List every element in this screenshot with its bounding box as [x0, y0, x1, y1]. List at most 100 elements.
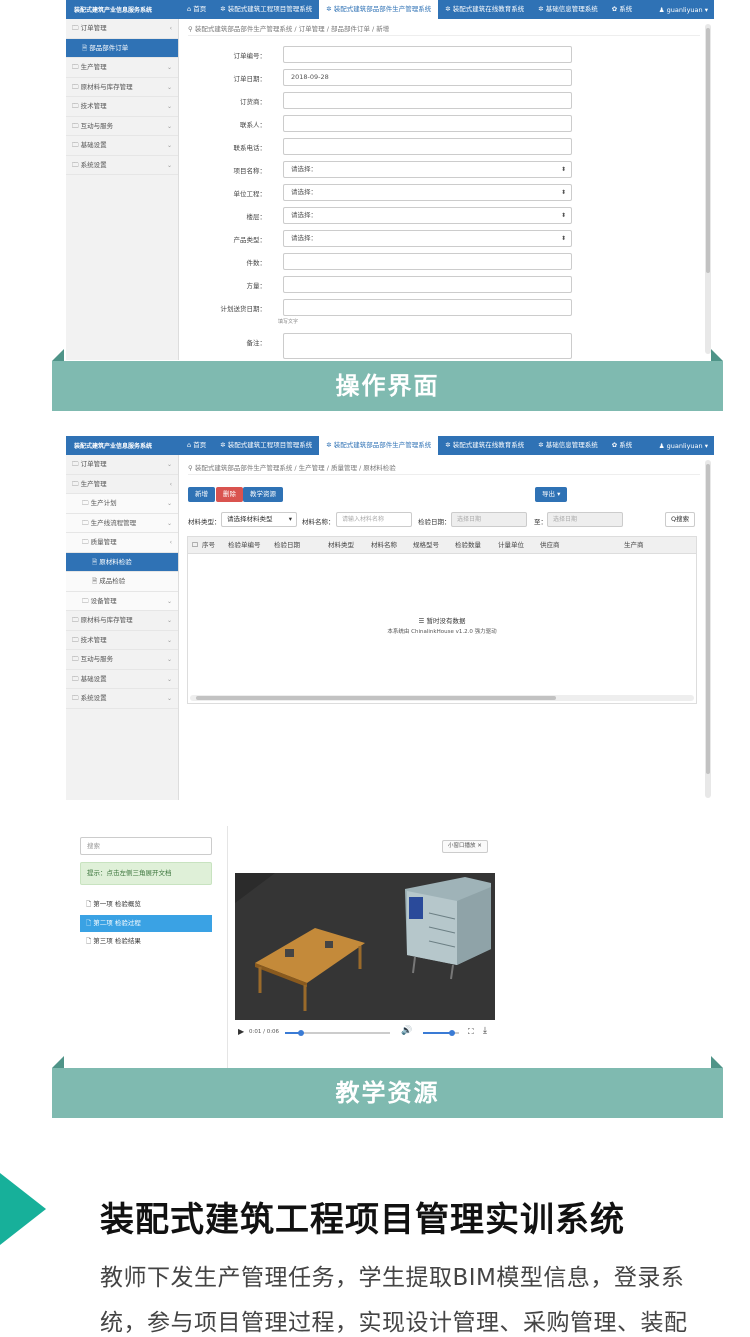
sidebar-item-2[interactable]: 🗀 生产管理 ⌄ [66, 58, 178, 78]
mini-player-button[interactable]: 小窗口播放 ✕ [442, 840, 488, 853]
sidebar-item-1[interactable]: 🗀 生产管理 ‹ [66, 475, 178, 494]
form-row: 订单日期： 2018-09-28 [186, 69, 694, 87]
sidebar-item-5[interactable]: 🗎 原材料检验 [66, 552, 178, 572]
sidebar-item-0[interactable]: 🗀 订单管理 ‹ [66, 19, 178, 39]
download-icon[interactable]: ⤓ [483, 1026, 487, 1036]
tab-basic-info[interactable]: ✲ 基础信息管理系统 [531, 0, 605, 19]
field-label: 楼层： [246, 213, 267, 221]
select-caret-icon: ⬍ [560, 212, 566, 219]
material-type-select[interactable]: 请选择材料类型 ▾ [221, 512, 297, 527]
field-label: 件数： [246, 259, 267, 267]
volume-icon[interactable]: 🔊 [401, 1026, 412, 1036]
folder-icon: 🗀 [72, 121, 81, 130]
sidebar-item-6[interactable]: 🗀 基础设置 ⌄ [66, 136, 178, 156]
field-label: 订单日期： [233, 75, 267, 83]
date-start-input[interactable]: 选择日期 [451, 512, 527, 527]
sidebar-item-8[interactable]: 🗀 原材料与库存管理 ⌄ [66, 611, 178, 631]
tab-project-mgmt[interactable]: ✲ 装配式建筑工程项目管理系统 [213, 0, 319, 19]
tab-basic-info[interactable]: ✲ 基础信息管理系统 [531, 436, 605, 455]
folder-icon: 🗀 [72, 616, 81, 624]
sidebar-item-6[interactable]: 🗎 成品检验 [66, 572, 178, 592]
input-field[interactable] [283, 333, 572, 359]
user-menu[interactable]: ♟ guanliyuan ▾ [659, 6, 714, 14]
input-field[interactable] [283, 299, 572, 316]
delete-button[interactable]: 删除 [216, 487, 243, 502]
folder-icon: 🗀 [82, 596, 91, 605]
sidebar-item-label: 互动与服务 [80, 121, 114, 130]
chevron-icon: ⌄ [166, 597, 172, 605]
sidebar-item-1[interactable]: 🗎 部品部件订单 [66, 38, 178, 58]
tab-system[interactable]: ✿ 系统 [605, 436, 640, 455]
location-icon: ⚲ [188, 25, 193, 33]
form-row: 联系人： [186, 115, 694, 133]
chapter-item[interactable]: 🗋 第二项 检验过程 [80, 914, 212, 932]
select-field[interactable]: 请选择： ⬍ [283, 207, 572, 224]
play-icon[interactable]: ▶ [238, 1027, 244, 1036]
select-field[interactable]: 请选择： ⬍ [283, 184, 572, 201]
input-field[interactable] [283, 46, 572, 63]
tab-home[interactable]: ⌂ 首页 [180, 436, 213, 455]
input-field[interactable]: 2018-09-28 [283, 69, 572, 86]
user-menu[interactable]: ♟ guanliyuan ▾ [659, 442, 714, 450]
tab-project-mgmt[interactable]: ✲ 装配式建筑工程项目管理系统 [213, 436, 319, 455]
tab-production-mgmt[interactable]: ✲ 装配式建筑部品部件生产管理系统 [319, 0, 439, 19]
form-row: 联系电话： [186, 138, 694, 156]
user-icon: ♟ [658, 5, 665, 14]
sidebar-item-12[interactable]: 🗀 系统设置 ⌄ [66, 689, 178, 709]
volume-slider[interactable] [423, 1030, 459, 1036]
input-field[interactable] [283, 92, 572, 109]
input-field[interactable] [283, 138, 572, 155]
field-hint: 填写文字 [278, 319, 299, 325]
tab-online-edu[interactable]: ✲ 装配式建筑在线教育系统 [438, 0, 531, 19]
export-button[interactable]: 导出 ▾ [535, 487, 568, 502]
sidebar-item-5[interactable]: 🗀 互动与服务 ⌄ [66, 117, 178, 136]
chapter-item[interactable]: 🗋 第一项 检验概览 [80, 896, 212, 913]
sidebar-item-4[interactable]: 🗀 技术管理 ⌄ [66, 97, 178, 117]
sidebar-item-7[interactable]: 🗀 设备管理 ⌄ [66, 591, 178, 611]
horizontal-scrollbar[interactable] [190, 695, 694, 701]
sidebar-item-3[interactable]: 🗀 原材料与库存管理 ⌄ [66, 78, 178, 97]
tab-online-edu[interactable]: ✲ 装配式建筑在线教育系统 [438, 436, 531, 455]
sidebar-item-10[interactable]: 🗀 互动与服务 ⌄ [66, 650, 178, 670]
input-field[interactable] [283, 276, 572, 293]
sidebar-item-11[interactable]: 🗀 基础设置 ⌄ [66, 670, 178, 689]
checkbox[interactable]: ☐ [192, 537, 198, 554]
date-end-input[interactable]: 选择日期 [547, 512, 623, 527]
sidebar-item-7[interactable]: 🗀 系统设置 ⌄ [66, 156, 178, 175]
sidebar-item-label: 技术管理 [80, 635, 107, 644]
chevron-icon: ‹ [169, 25, 172, 32]
form-row: 项目名称： 请选择： ⬍ [186, 161, 694, 179]
scrollbar[interactable] [705, 24, 711, 354]
teaching-resource-button[interactable]: 教学资源 [243, 487, 283, 502]
input-field[interactable] [283, 115, 572, 132]
database-icon: ☰ [418, 617, 425, 625]
search-button[interactable]: Q搜索 [665, 512, 696, 527]
fullscreen-icon[interactable]: ⛶ [468, 1027, 474, 1037]
search-input[interactable]: 搜索 [80, 837, 212, 855]
progress-bar[interactable] [285, 1030, 390, 1036]
tab-production-mgmt[interactable]: ✲ 装配式建筑部品部件生产管理系统 [319, 436, 439, 455]
select-field[interactable]: 请选择： ⬍ [283, 161, 572, 178]
select-field[interactable]: 请选择： ⬍ [283, 230, 572, 247]
sidebar-item-label: 原材料检验 [99, 557, 132, 566]
chevron-icon: ⌄ [166, 636, 172, 644]
column-header: 检验数量 [455, 541, 481, 549]
folder-icon: 🗀 [72, 694, 81, 702]
scrollbar[interactable] [705, 460, 711, 798]
video-player[interactable] [235, 873, 495, 1020]
sidebar-item-0[interactable]: 🗀 订单管理 ⌄ [66, 455, 178, 475]
sidebar-item-3[interactable]: 🗀 生产线流程管理 ⌄ [66, 513, 178, 533]
add-button[interactable]: 新增 [188, 487, 215, 502]
input-field[interactable] [283, 253, 572, 270]
tab-home[interactable]: ⌂ 首页 [180, 0, 213, 19]
folder-icon: 🗀 [72, 82, 81, 91]
tab-system[interactable]: ✿ 系统 [605, 0, 640, 19]
sidebar-item-4[interactable]: 🗀 质量管理 ‹ [66, 533, 178, 553]
column-header: 规格型号 [413, 541, 439, 549]
sidebar-item-9[interactable]: 🗀 技术管理 ⌄ [66, 631, 178, 650]
material-name-input[interactable]: 请输入材料名称 [336, 512, 412, 527]
sidebar-item-2[interactable]: 🗀 生产计划 ⌄ [66, 494, 178, 514]
chapter-item[interactable]: 🗋 第三项 检验结果 [80, 933, 212, 950]
folder-icon: 🗀 [82, 538, 91, 546]
form-row: 订单编号： [186, 46, 694, 64]
